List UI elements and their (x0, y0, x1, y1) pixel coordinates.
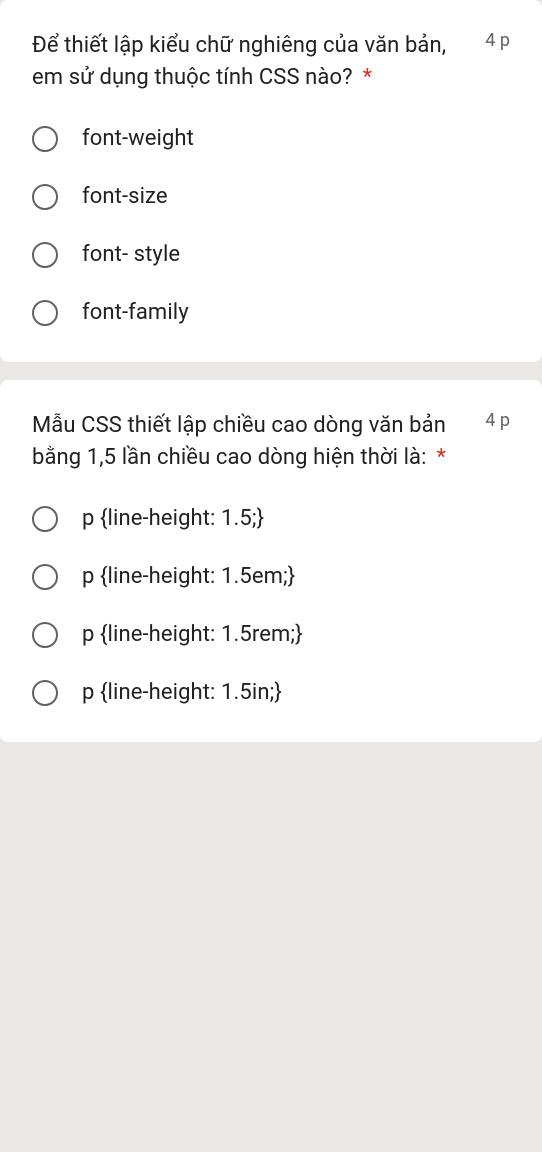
option-label: p {line-height: 1.5em;} (82, 564, 295, 589)
points-label: 4 p (485, 30, 510, 51)
radio-icon[interactable] (32, 680, 58, 706)
question-text: Để thiết lập kiểu chữ nghiêng của văn bả… (32, 33, 446, 90)
option-row[interactable]: p {line-height: 1.5in;} (32, 680, 510, 706)
option-label: font-family (82, 300, 189, 325)
radio-icon[interactable] (32, 184, 58, 210)
option-label: font-weight (82, 126, 194, 151)
question-card: Mẫu CSS thiết lập chiều cao dòng văn bản… (0, 380, 542, 742)
required-asterisk: * (363, 65, 372, 90)
option-row[interactable]: p {line-height: 1.5em;} (32, 564, 510, 590)
option-row[interactable]: font-weight (32, 126, 510, 152)
option-label: p {line-height: 1.5;} (82, 506, 264, 531)
question-title-block: Mẫu CSS thiết lập chiều cao dòng văn bản… (32, 410, 469, 474)
points-label: 4 p (485, 410, 510, 431)
question-text: Mẫu CSS thiết lập chiều cao dòng văn bản… (32, 413, 446, 470)
option-row[interactable]: font-size (32, 184, 510, 210)
radio-icon[interactable] (32, 300, 58, 326)
option-row[interactable]: p {line-height: 1.5rem;} (32, 622, 510, 648)
question-card: Để thiết lập kiểu chữ nghiêng của văn bả… (0, 0, 542, 362)
option-label: font-size (82, 184, 168, 209)
question-header: Để thiết lập kiểu chữ nghiêng của văn bả… (32, 30, 510, 94)
required-asterisk: * (437, 445, 446, 470)
option-row[interactable]: font-family (32, 300, 510, 326)
radio-icon[interactable] (32, 242, 58, 268)
question-header: Mẫu CSS thiết lập chiều cao dòng văn bản… (32, 410, 510, 474)
radio-icon[interactable] (32, 506, 58, 532)
options-list: p {line-height: 1.5;} p {line-height: 1.… (32, 506, 510, 706)
option-row[interactable]: p {line-height: 1.5;} (32, 506, 510, 532)
radio-icon[interactable] (32, 126, 58, 152)
option-label: p {line-height: 1.5rem;} (82, 622, 303, 647)
question-title-block: Để thiết lập kiểu chữ nghiêng của văn bả… (32, 30, 469, 94)
option-label: p {line-height: 1.5in;} (82, 680, 282, 705)
radio-icon[interactable] (32, 622, 58, 648)
option-label: font- style (82, 242, 180, 267)
radio-icon[interactable] (32, 564, 58, 590)
options-list: font-weight font-size font- style font-f… (32, 126, 510, 326)
option-row[interactable]: font- style (32, 242, 510, 268)
